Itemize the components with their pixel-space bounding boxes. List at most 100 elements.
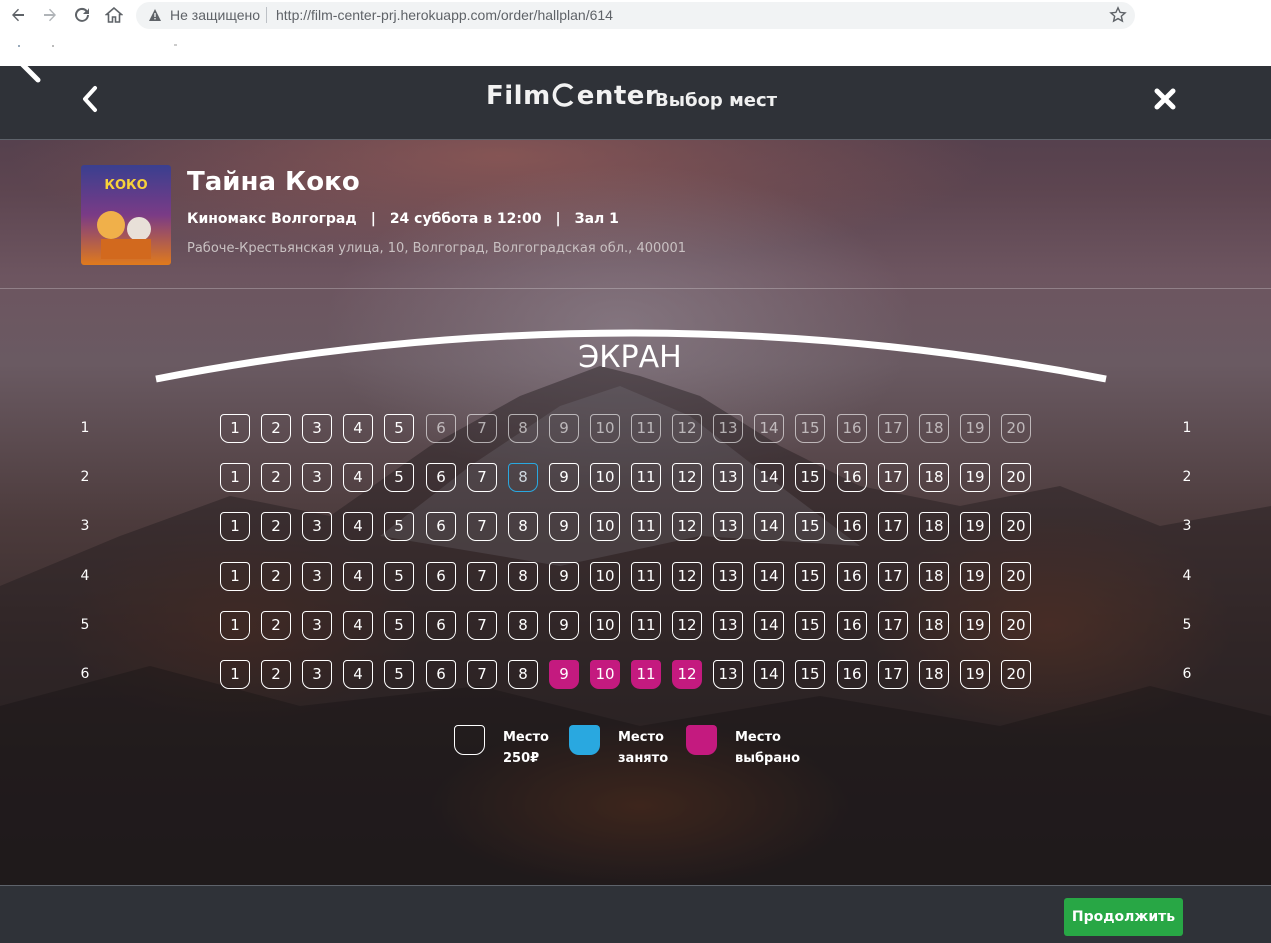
browser-forward-icon[interactable] bbox=[38, 3, 62, 27]
seat-r1-4[interactable]: 4 bbox=[343, 414, 373, 443]
seat-r5-6[interactable]: 6 bbox=[426, 611, 456, 640]
seat-r2-5[interactable]: 5 bbox=[384, 463, 414, 492]
seat-r2-17[interactable]: 17 bbox=[878, 463, 908, 492]
seat-r4-17[interactable]: 17 bbox=[878, 562, 908, 591]
seat-r1-18[interactable]: 18 bbox=[919, 414, 949, 443]
seat-r4-14[interactable]: 14 bbox=[754, 562, 784, 591]
seat-r3-5[interactable]: 5 bbox=[384, 512, 414, 541]
seat-r5-16[interactable]: 16 bbox=[837, 611, 867, 640]
seat-r6-11[interactable]: 11 bbox=[631, 660, 661, 689]
seat-r4-15[interactable]: 15 bbox=[795, 562, 825, 591]
seat-r5-2[interactable]: 2 bbox=[261, 611, 291, 640]
seat-r3-6[interactable]: 6 bbox=[426, 512, 456, 541]
seat-r6-1[interactable]: 1 bbox=[220, 660, 250, 689]
seat-r4-8[interactable]: 8 bbox=[508, 562, 538, 591]
browser-home-icon[interactable] bbox=[102, 3, 126, 27]
seat-r2-14[interactable]: 14 bbox=[754, 463, 784, 492]
seat-r2-9[interactable]: 9 bbox=[549, 463, 579, 492]
browser-reload-icon[interactable] bbox=[70, 3, 94, 27]
seat-r1-5[interactable]: 5 bbox=[384, 414, 414, 443]
seat-r1-19[interactable]: 19 bbox=[960, 414, 990, 443]
seat-r4-13[interactable]: 13 bbox=[713, 562, 743, 591]
seat-r3-4[interactable]: 4 bbox=[343, 512, 373, 541]
seat-r6-8[interactable]: 8 bbox=[508, 660, 538, 689]
seat-r1-7[interactable]: 7 bbox=[467, 414, 497, 443]
seat-r4-10[interactable]: 10 bbox=[590, 562, 620, 591]
seat-r5-15[interactable]: 15 bbox=[795, 611, 825, 640]
seat-r4-9[interactable]: 9 bbox=[549, 562, 579, 591]
seat-r6-14[interactable]: 14 bbox=[754, 660, 784, 689]
seat-r4-12[interactable]: 12 bbox=[672, 562, 702, 591]
close-icon[interactable] bbox=[1153, 87, 1177, 111]
seat-r4-7[interactable]: 7 bbox=[467, 562, 497, 591]
seat-r2-8[interactable]: 8 bbox=[508, 463, 538, 492]
seat-r2-20[interactable]: 20 bbox=[1001, 463, 1031, 492]
seat-r3-13[interactable]: 13 bbox=[713, 512, 743, 541]
seat-r3-3[interactable]: 3 bbox=[302, 512, 332, 541]
browser-back-icon[interactable] bbox=[6, 3, 30, 27]
seat-r4-16[interactable]: 16 bbox=[837, 562, 867, 591]
seat-r3-16[interactable]: 16 bbox=[837, 512, 867, 541]
seat-r2-18[interactable]: 18 bbox=[919, 463, 949, 492]
seat-r6-16[interactable]: 16 bbox=[837, 660, 867, 689]
seat-r6-4[interactable]: 4 bbox=[343, 660, 373, 689]
seat-r1-6[interactable]: 6 bbox=[426, 414, 456, 443]
bookmark-star-icon[interactable] bbox=[1109, 6, 1127, 24]
seat-r2-7[interactable]: 7 bbox=[467, 463, 497, 492]
seat-r5-9[interactable]: 9 bbox=[549, 611, 579, 640]
seat-r2-19[interactable]: 19 bbox=[960, 463, 990, 492]
seat-r4-20[interactable]: 20 bbox=[1001, 562, 1031, 591]
seat-r4-3[interactable]: 3 bbox=[302, 562, 332, 591]
seat-r1-12[interactable]: 12 bbox=[672, 414, 702, 443]
seat-r5-3[interactable]: 3 bbox=[302, 611, 332, 640]
url-text[interactable]: http://film-center-prj.herokuapp.com/ord… bbox=[276, 7, 613, 23]
seat-r1-3[interactable]: 3 bbox=[302, 414, 332, 443]
seat-r4-19[interactable]: 19 bbox=[960, 562, 990, 591]
seat-r2-6[interactable]: 6 bbox=[426, 463, 456, 492]
seat-r1-2[interactable]: 2 bbox=[261, 414, 291, 443]
seat-r4-4[interactable]: 4 bbox=[343, 562, 373, 591]
seat-r4-18[interactable]: 18 bbox=[919, 562, 949, 591]
seat-r2-15[interactable]: 15 bbox=[795, 463, 825, 492]
seat-r3-12[interactable]: 12 bbox=[672, 512, 702, 541]
address-bar[interactable]: Не защищено http://film-center-prj.herok… bbox=[136, 2, 1135, 29]
seat-r1-15[interactable]: 15 bbox=[795, 414, 825, 443]
seat-r6-7[interactable]: 7 bbox=[467, 660, 497, 689]
seat-r5-11[interactable]: 11 bbox=[631, 611, 661, 640]
seat-r5-8[interactable]: 8 bbox=[508, 611, 538, 640]
seat-r3-18[interactable]: 18 bbox=[919, 512, 949, 541]
seat-r6-2[interactable]: 2 bbox=[261, 660, 291, 689]
seat-r1-1[interactable]: 1 bbox=[220, 414, 250, 443]
seat-r5-14[interactable]: 14 bbox=[754, 611, 784, 640]
seat-r1-13[interactable]: 13 bbox=[713, 414, 743, 443]
seat-r1-9[interactable]: 9 bbox=[549, 414, 579, 443]
seat-r6-9[interactable]: 9 bbox=[549, 660, 579, 689]
seat-r5-19[interactable]: 19 bbox=[960, 611, 990, 640]
seat-r6-19[interactable]: 19 bbox=[960, 660, 990, 689]
seat-r2-1[interactable]: 1 bbox=[220, 463, 250, 492]
seat-r1-11[interactable]: 11 bbox=[631, 414, 661, 443]
seat-r4-11[interactable]: 11 bbox=[631, 562, 661, 591]
seat-r5-7[interactable]: 7 bbox=[467, 611, 497, 640]
seat-r5-1[interactable]: 1 bbox=[220, 611, 250, 640]
seat-r4-5[interactable]: 5 bbox=[384, 562, 414, 591]
seat-r3-1[interactable]: 1 bbox=[220, 512, 250, 541]
seat-r3-20[interactable]: 20 bbox=[1001, 512, 1031, 541]
seat-r2-2[interactable]: 2 bbox=[261, 463, 291, 492]
seat-r3-2[interactable]: 2 bbox=[261, 512, 291, 541]
seat-r2-11[interactable]: 11 bbox=[631, 463, 661, 492]
seat-r4-1[interactable]: 1 bbox=[220, 562, 250, 591]
seat-r1-16[interactable]: 16 bbox=[837, 414, 867, 443]
back-icon[interactable] bbox=[78, 85, 102, 113]
seat-r5-10[interactable]: 10 bbox=[590, 611, 620, 640]
seat-r6-5[interactable]: 5 bbox=[384, 660, 414, 689]
seat-r1-20[interactable]: 20 bbox=[1001, 414, 1031, 443]
filmcenter-logo[interactable]: Film enter bbox=[486, 81, 658, 111]
seat-r6-15[interactable]: 15 bbox=[795, 660, 825, 689]
seat-r5-4[interactable]: 4 bbox=[343, 611, 373, 640]
seat-r5-20[interactable]: 20 bbox=[1001, 611, 1031, 640]
seat-r1-10[interactable]: 10 bbox=[590, 414, 620, 443]
seat-r3-14[interactable]: 14 bbox=[754, 512, 784, 541]
seat-r3-19[interactable]: 19 bbox=[960, 512, 990, 541]
seat-r1-14[interactable]: 14 bbox=[754, 414, 784, 443]
